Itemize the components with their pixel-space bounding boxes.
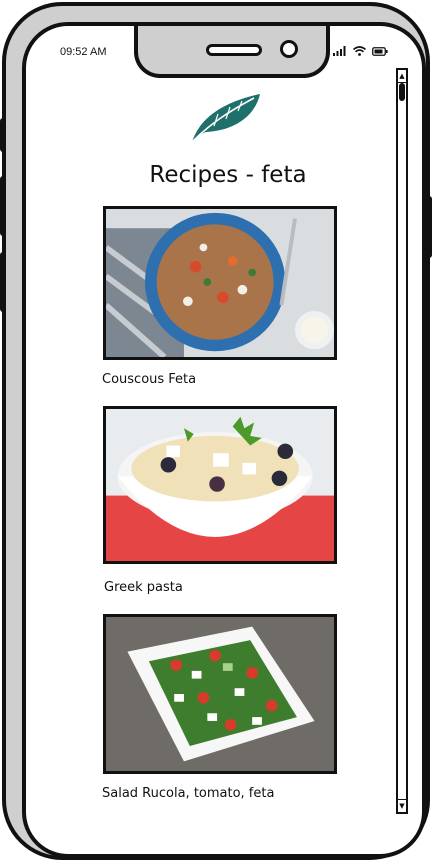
recipe-image-salad-rucola[interactable] <box>103 614 337 774</box>
scroll-up-arrow-icon[interactable]: ▲ <box>398 70 406 83</box>
recipe-image-couscous-feta[interactable] <box>103 206 337 360</box>
wifi-icon <box>353 46 366 56</box>
greek-pasta-photo <box>106 409 334 561</box>
scroll-thumb[interactable] <box>399 83 405 101</box>
page-title: Recipes - feta <box>149 162 307 188</box>
phone-frame: 09:52 AM ▲ ▼ Recipes - feta Couscous Fet… <box>2 2 430 860</box>
recipe-label-greek-pasta[interactable]: Greek pasta <box>104 580 183 595</box>
phone-notch <box>134 26 330 78</box>
leaf-logo-icon <box>191 94 260 143</box>
couscous-salad-photo <box>106 209 334 357</box>
battery-icon <box>372 46 388 56</box>
camera-icon <box>280 40 298 58</box>
recipe-label-couscous-feta[interactable]: Couscous Feta <box>102 372 196 387</box>
phone-mockup: 09:52 AM ▲ ▼ Recipes - feta Couscous Fet… <box>0 0 436 867</box>
status-icons <box>333 46 388 56</box>
speaker-icon <box>206 44 262 56</box>
recipe-label-salad-rucola[interactable]: Salad Rucola, tomato, feta <box>102 786 274 801</box>
recipe-image-greek-pasta[interactable] <box>103 406 337 564</box>
scroll-down-arrow-icon[interactable]: ▼ <box>398 799 406 812</box>
signal-icon <box>333 46 346 56</box>
rucola-salad-photo <box>106 617 334 771</box>
phone-screen: 09:52 AM ▲ ▼ Recipes - feta Couscous Fet… <box>22 22 426 858</box>
status-time: 09:52 AM <box>60 46 107 58</box>
